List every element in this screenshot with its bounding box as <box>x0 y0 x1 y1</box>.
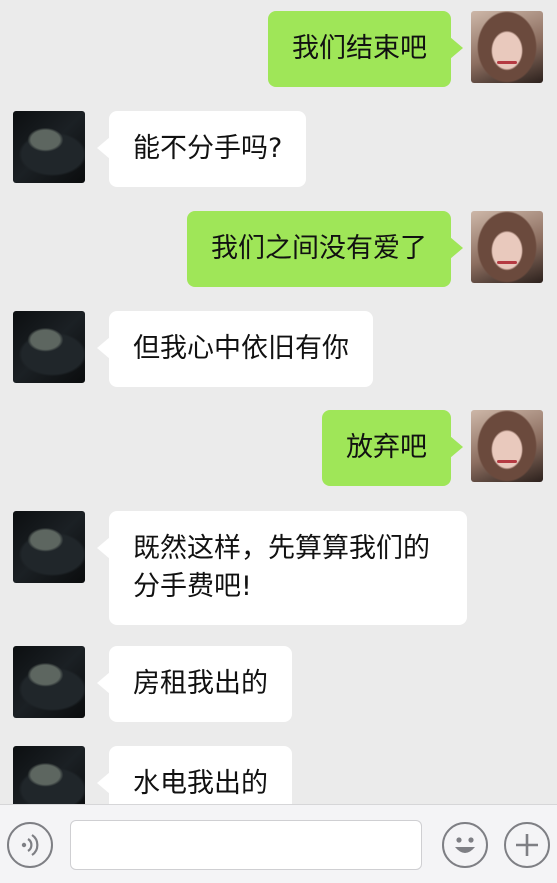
message-input[interactable] <box>70 820 422 870</box>
message-bubble-sent[interactable]: 我们之间没有爱了 <box>187 211 463 287</box>
my-avatar[interactable] <box>471 211 543 283</box>
message-bubble-received[interactable]: 能不分手吗? <box>96 111 307 187</box>
message-bubble-received[interactable]: 水电我出的 <box>97 746 292 804</box>
contact-avatar[interactable] <box>13 311 85 383</box>
message-bubble-received[interactable]: 既然这样，先算算我们的分手费吧! <box>97 511 467 625</box>
voice-button[interactable] <box>7 822 53 868</box>
contact-avatar[interactable] <box>13 511 85 583</box>
plus-icon <box>516 834 538 856</box>
my-avatar[interactable] <box>471 11 543 83</box>
message-bubble-received[interactable]: 但我心中依旧有你 <box>97 311 373 387</box>
message-bubble-sent[interactable]: 我们结束吧 <box>268 11 463 87</box>
contact-avatar[interactable] <box>13 111 85 183</box>
emoji-button[interactable] <box>442 822 488 868</box>
contact-avatar[interactable] <box>13 746 85 804</box>
message-bubble-received[interactable]: 房租我出的 <box>97 646 292 722</box>
voice-icon <box>21 834 39 856</box>
my-avatar[interactable] <box>471 410 543 482</box>
message-bubble-sent[interactable]: 放弃吧 <box>322 410 463 486</box>
chat-area: 我们结束吧 能不分手吗? 我们之间没有爱了 但我心中依旧有你 放弃吧 既然这样，… <box>0 0 557 804</box>
emoji-icon <box>455 837 475 853</box>
more-button[interactable] <box>504 822 550 868</box>
input-bar <box>0 804 557 883</box>
contact-avatar[interactable] <box>13 646 85 718</box>
